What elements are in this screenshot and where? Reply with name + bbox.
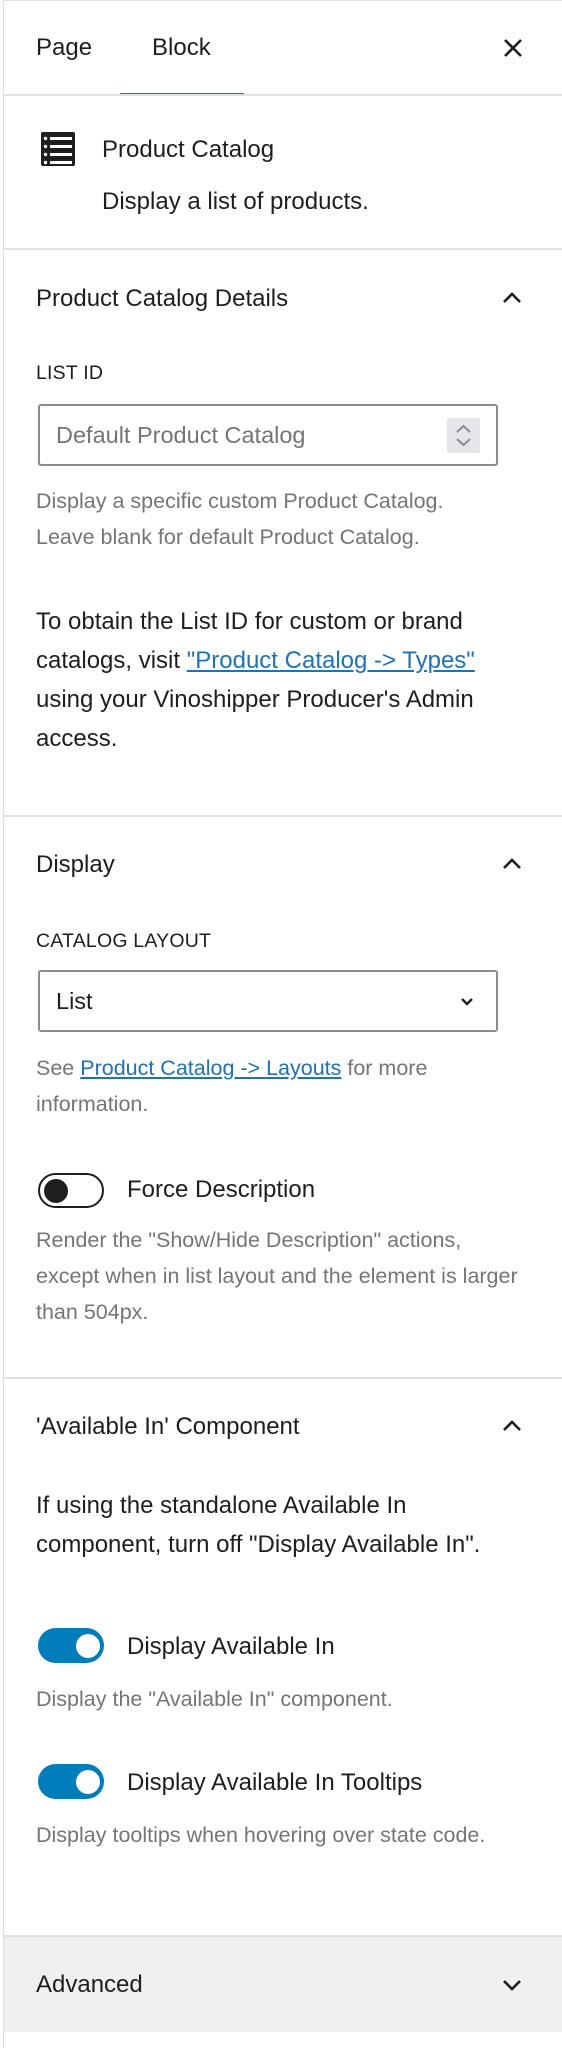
chevron-down-icon — [461, 998, 473, 1006]
product-catalog-types-link[interactable]: "Product Catalog -> Types" — [187, 647, 475, 674]
catalog-layout-value: List — [56, 988, 93, 1014]
list-id-instructions: To obtain the List ID for custom or bran… — [36, 602, 514, 758]
list-id-help-line-1: Display a specific custom Product Catalo… — [36, 489, 444, 513]
header-divider — [4, 94, 562, 96]
list-view-icon — [40, 131, 76, 167]
force-description-help: Render the "Show/Hide Description" actio… — [36, 1228, 518, 1324]
advanced-expand-button[interactable] — [498, 1971, 526, 1999]
display-divider — [4, 1377, 562, 1379]
close-button[interactable] — [500, 35, 526, 61]
display-collapse-button[interactable] — [498, 850, 526, 878]
toggle-knob — [76, 1769, 100, 1794]
details-collapse-button[interactable] — [498, 284, 526, 312]
spinner-arrows-icon — [456, 424, 471, 447]
catalog-layout-label: CATALOG LAYOUT — [36, 930, 212, 952]
details-divider — [4, 815, 562, 817]
block-settings-sidebar: Page Block Product Catalog Display a lis… — [3, 0, 562, 2048]
block-description: Display a list of products. — [102, 188, 369, 215]
tab-page[interactable]: Page — [36, 33, 92, 63]
instructions-text-end: using your Vinoshipper Producer's Admin … — [36, 686, 474, 752]
toggle-knob — [76, 1633, 100, 1658]
chevron-down-icon — [503, 1980, 521, 1991]
number-spinner[interactable] — [447, 418, 480, 453]
product-catalog-layouts-link[interactable]: Product Catalog -> Layouts — [80, 1056, 341, 1080]
display-available-in-help: Display the "Available In" component. — [36, 1687, 393, 1711]
advanced-panel-title[interactable]: Advanced — [36, 1970, 143, 2000]
display-available-in-toggle[interactable] — [38, 1628, 104, 1663]
display-tooltips-label[interactable]: Display Available In Tooltips — [127, 1768, 422, 1798]
block-title: Product Catalog — [102, 136, 275, 163]
chevron-up-icon — [503, 292, 521, 303]
close-icon — [504, 39, 522, 57]
chevron-up-icon — [503, 858, 521, 869]
force-description-toggle[interactable] — [38, 1173, 104, 1208]
available-collapse-button[interactable] — [498, 1412, 526, 1440]
available-intro: If using the standalone Available In com… — [36, 1492, 481, 1558]
available-panel-title[interactable]: 'Available In' Component — [36, 1412, 300, 1442]
list-id-input[interactable]: Default Product Catalog — [38, 404, 498, 466]
list-id-help: Display a specific custom Product Catalo… — [36, 483, 506, 555]
force-description-label[interactable]: Force Description — [127, 1175, 315, 1205]
list-id-placeholder: Default Product Catalog — [56, 422, 306, 448]
display-tooltips-toggle[interactable] — [38, 1764, 104, 1799]
chevron-up-icon — [503, 1420, 521, 1431]
list-id-label: LIST ID — [36, 362, 104, 384]
details-panel-title[interactable]: Product Catalog Details — [36, 284, 288, 314]
catalog-layout-help: See Product Catalog -> Layouts for more … — [36, 1050, 514, 1122]
block-card-divider — [4, 248, 562, 250]
toggle-knob — [44, 1178, 68, 1203]
display-panel-title[interactable]: Display — [36, 850, 115, 880]
layout-help-text: See — [36, 1056, 81, 1080]
catalog-layout-select[interactable]: List — [38, 970, 498, 1032]
tab-block[interactable]: Block — [152, 33, 211, 63]
display-tooltips-help: Display tooltips when hovering over stat… — [36, 1823, 486, 1847]
display-available-in-label[interactable]: Display Available In — [127, 1632, 335, 1662]
list-id-help-line-2: Leave blank for default Product Catalog. — [36, 525, 420, 549]
